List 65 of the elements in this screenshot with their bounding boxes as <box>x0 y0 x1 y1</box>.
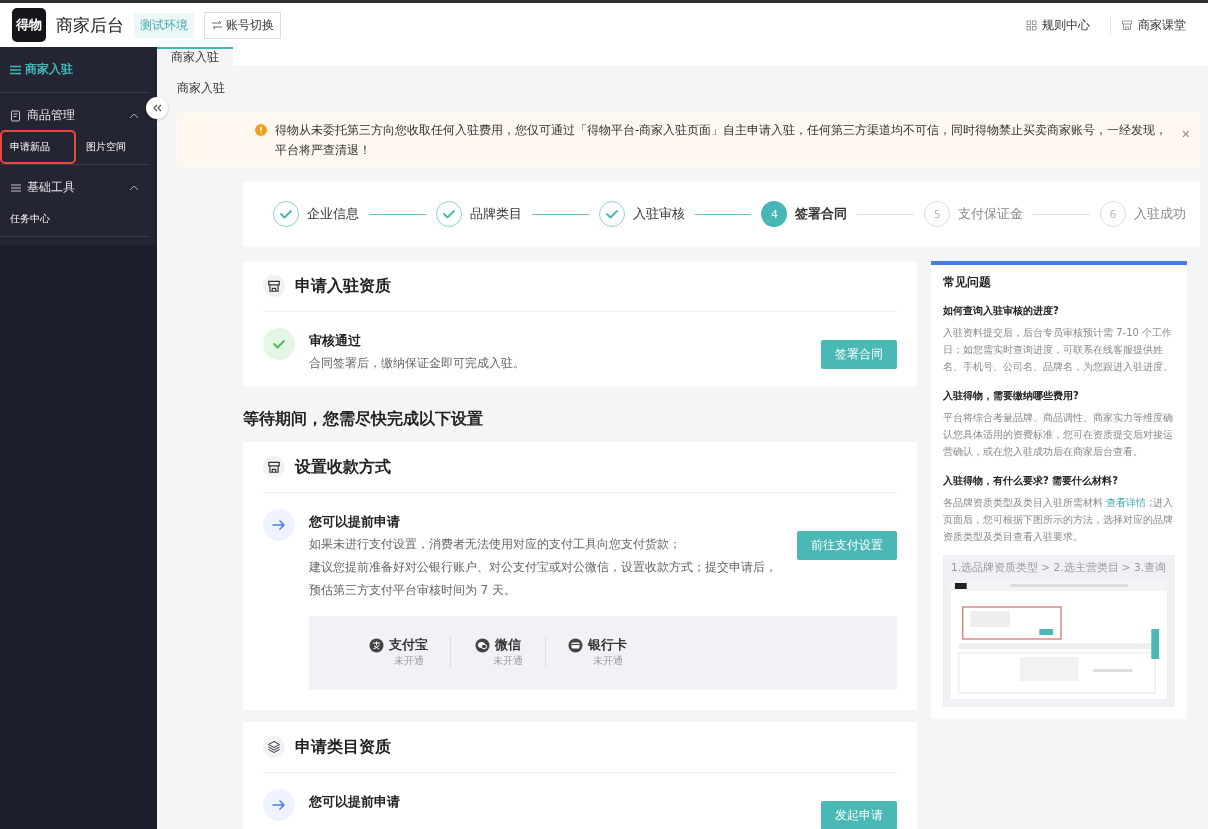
faq-question: 如何查询入驻审核的进度? <box>943 304 1060 318</box>
menu-group[interactable]: 基础工具 <box>0 165 145 202</box>
faq-question: 入驻得物，有什么要求? 需要什么材料? <box>943 474 1120 488</box>
page-tab[interactable]: 商家入驻 <box>157 47 233 66</box>
menu-item[interactable]: 申请新品 <box>0 130 76 164</box>
header-link[interactable]: 规则中心 <box>1016 16 1100 34</box>
faq-question: 入驻得物，需要缴纳哪些费用? <box>943 389 1080 403</box>
card-title: 申请类目资质 <box>295 736 391 758</box>
payment-logo-icon <box>369 637 384 653</box>
header-link[interactable]: 商家课堂 <box>1110 16 1196 34</box>
status-title: 审核通过 <box>309 332 362 350</box>
app-logo[interactable]: 得物 <box>12 8 46 42</box>
menu-group[interactable]: 商品管理 <box>0 93 145 130</box>
close-button[interactable]: × <box>1181 126 1190 142</box>
swap-icon <box>211 20 223 30</box>
store-icon <box>267 460 281 474</box>
description-line: 预估第三方支付平台审核时间为 7 天。 <box>309 582 517 599</box>
method-status: 未开通 <box>492 654 523 668</box>
faq-answer: 入驻资料提交后，后台专员审核预计需 7-10 个工作日；如您需实时查询进度，可联系在线客服提供姓名、手机号、公司名、品牌名，为您跟进入驻进度。 <box>943 326 1174 374</box>
chat-bubble-icon <box>475 637 490 653</box>
step-label: 支付保证金 <box>958 205 1024 223</box>
description-line: 建议您提前准备好对公银行账户、对公支付宝或对公微信，设置收款方式；提交申请后， <box>309 559 778 576</box>
app-title: 商家后台 <box>56 13 124 37</box>
store-icon <box>267 279 281 293</box>
menu-item[interactable]: 任务中心 <box>0 202 76 236</box>
step-label: 入驻审核 <box>632 205 685 223</box>
arrow-right-icon <box>271 517 287 533</box>
environment-tag: 测试环境 <box>134 12 194 38</box>
step-label: 签署合同 <box>795 205 848 223</box>
step-label: 企业信息 <box>307 205 359 223</box>
menu-item[interactable]: 图片空间 <box>76 130 152 164</box>
faq-answer: 平台将综合考量品牌、商品调性、商家实力等维度确认您具体适用的资费标准，您可在资质提交后对接运营确认，或在您入驻成功后在商家后台查看。 <box>943 411 1174 459</box>
step-indicator: 4 <box>761 201 788 227</box>
step-label: 入驻成功 <box>1134 205 1186 223</box>
arrow-right-icon <box>271 797 287 813</box>
account-switch-button[interactable]: 账号切换 <box>204 11 281 39</box>
warning-icon <box>255 124 267 136</box>
card-title: 设置收款方式 <box>295 456 391 478</box>
breadcrumb: 商家入驻 <box>177 81 225 95</box>
collapse-button[interactable] <box>146 97 168 119</box>
method-status: 未开通 <box>591 654 623 668</box>
method-name: 银行卡 <box>588 636 627 654</box>
guide-title: 1.选品牌资质类型 > 2.选主营类目 > 3.查询 <box>951 561 1167 575</box>
method-status: 未开通 <box>392 654 424 668</box>
section-heading: 等待期间，您需尽快完成以下设置 <box>243 408 484 430</box>
store-icon <box>1121 19 1133 31</box>
faq-answer: 各品牌资质类型及类目入驻所需材料 查看详情 ;进入页面后，您可根据下图所示的方法，选择对应的品牌资质类型及类目查看入驻要求。 <box>943 496 1174 544</box>
faq-title: 常见问题 <box>943 275 992 290</box>
menu-icon <box>10 64 21 75</box>
document-icon <box>10 109 22 122</box>
layers-icon <box>267 740 281 754</box>
subtitle: 您可以提前申请 <box>309 793 401 811</box>
subtitle: 您可以提前申请 <box>309 513 401 531</box>
status-description: 合同签署后，缴纳保证金即可完成入驻。 <box>309 355 526 372</box>
menu-icon <box>10 181 22 194</box>
description-line: 如果未进行支付设置，消费者无法使用对应的支付工具向您支付货款； <box>309 536 682 553</box>
notice-text: 得物从未委托第三方向您收取任何入驻费用，您仅可通过「得物平台-商家入驻页面」自主申请入驻，任何第三方渠道均不可信，同时得物禁止买卖商家账号，一经发现，平台将严查清退！ <box>275 122 1169 159</box>
step-label: 品牌类目 <box>469 205 522 223</box>
double-chevron-left-icon <box>152 104 162 112</box>
method-name: 微信 <box>495 636 521 654</box>
bank-card-icon <box>568 637 583 653</box>
card-title: 申请入驻资质 <box>295 275 391 297</box>
sidebar-title: 商家入驻 <box>25 61 73 78</box>
grid-icon <box>1026 19 1037 31</box>
method-name: 支付宝 <box>389 636 428 654</box>
